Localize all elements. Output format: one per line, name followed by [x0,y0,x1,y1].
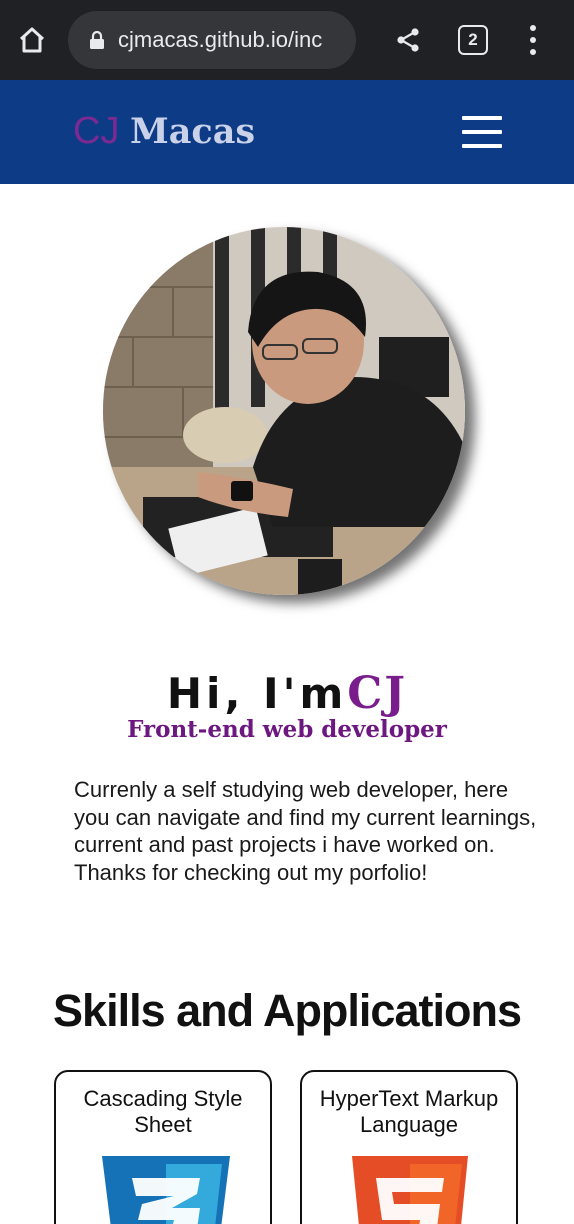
home-icon[interactable] [14,22,50,58]
skill-card-title: Cascading Style Sheet [83,1086,243,1137]
logo-first: CJ [73,110,120,152]
skills-section-title: Skills and Applications [53,985,522,1036]
profile-photo [103,227,465,595]
site-header: CJ Macas [0,80,574,184]
skill-card-title: HyperText Markup Language [319,1086,499,1137]
html5-logo-icon [348,1156,476,1224]
address-bar[interactable]: cjmacas.github.io/inc [68,11,356,69]
css3-logo-icon [102,1156,230,1224]
skill-card-css[interactable]: Cascading Style Sheet [54,1070,272,1224]
url-text: cjmacas.github.io/inc [118,27,323,52]
tab-switcher-button[interactable]: 2 [458,25,488,55]
more-menu-icon[interactable] [518,22,548,58]
greeting-name: CJ [347,668,408,719]
hamburger-menu-icon[interactable] [462,116,502,148]
site-logo[interactable]: CJ Macas [73,108,255,155]
lock-icon [88,30,106,49]
share-icon[interactable] [390,22,426,58]
bio-paragraph: Currenly a self studying web developer, … [74,777,537,885]
skill-card-html[interactable]: HyperText Markup Language [300,1070,518,1224]
role-subtitle: Front-end web developer [127,716,447,743]
greeting-heading: Hi, I'mCJ [0,668,574,719]
greeting-text: Hi, I'm [166,669,348,718]
logo-last: Macas [130,111,256,152]
browser-toolbar: cjmacas.github.io/inc 2 [0,0,574,80]
